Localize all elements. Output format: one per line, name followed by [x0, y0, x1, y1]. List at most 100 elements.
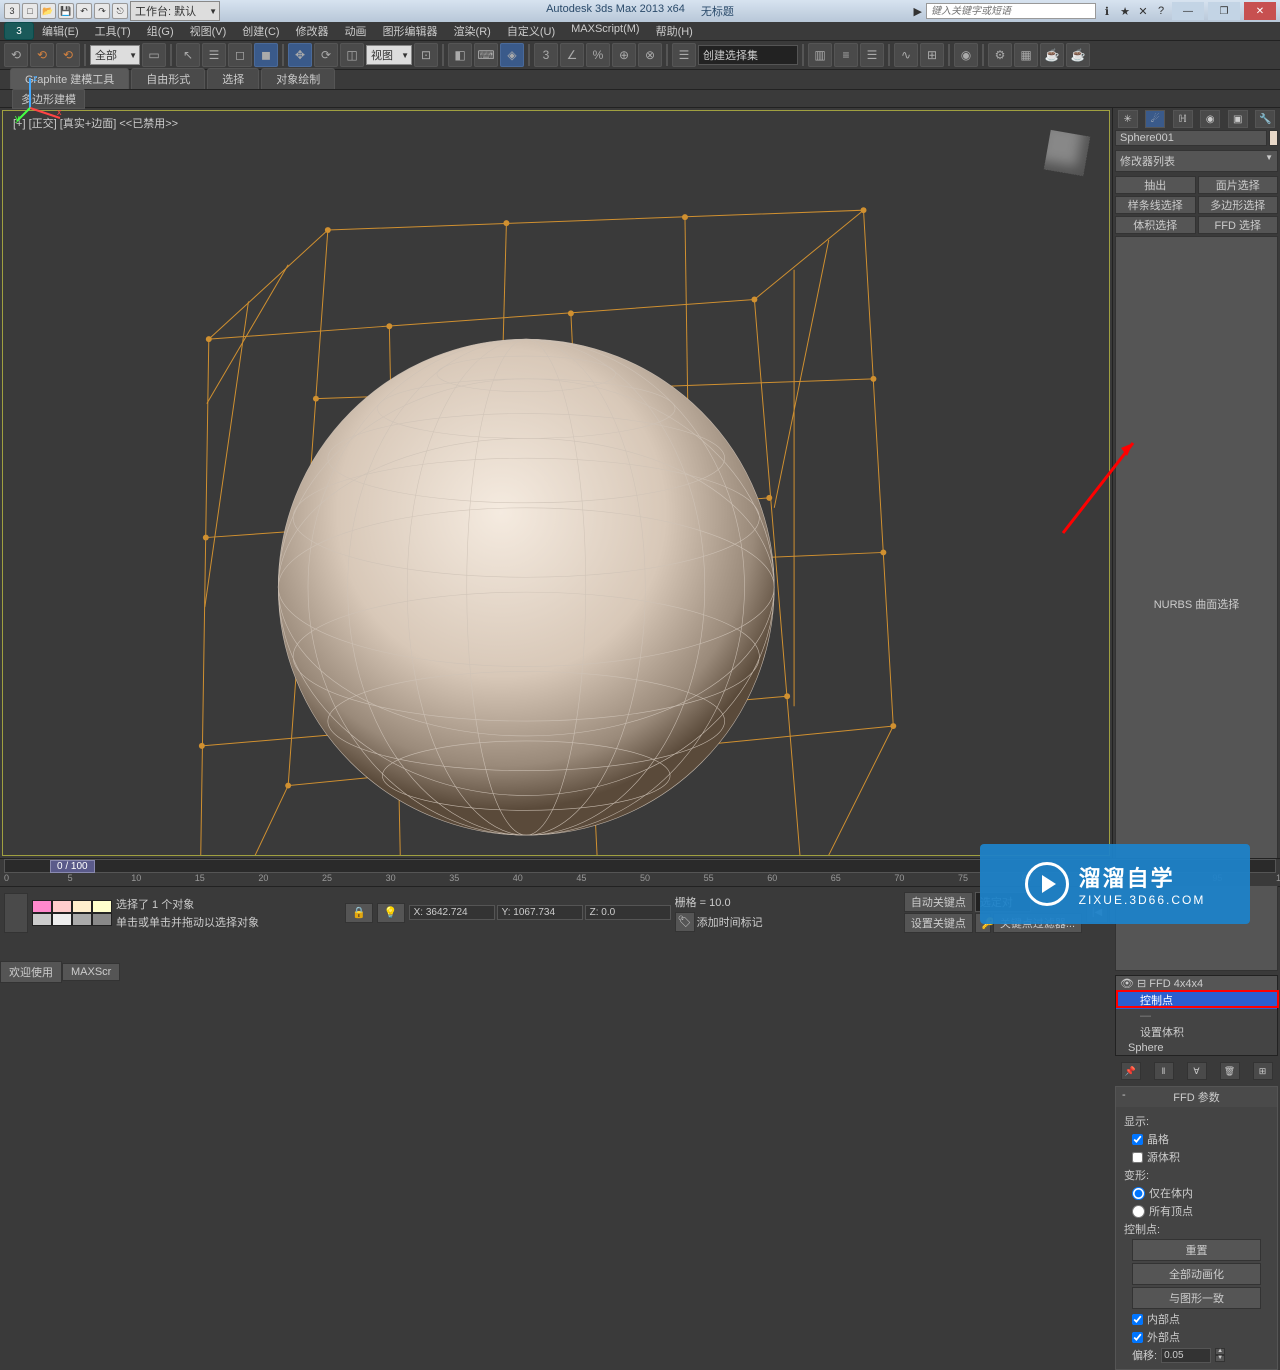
coord-y[interactable]: Y: 1067.734: [497, 905, 583, 920]
lock-icon[interactable]: 🔒: [345, 903, 373, 923]
display-tab-icon[interactable]: ▣: [1228, 110, 1248, 128]
spinner-snap2-icon[interactable]: ⊗: [638, 43, 662, 67]
welcome-tab[interactable]: 欢迎使用: [0, 961, 62, 983]
align-icon[interactable]: ≡: [834, 43, 858, 67]
keyboard-icon[interactable]: ⌨: [474, 43, 498, 67]
rollout-header[interactable]: FFD 参数: [1116, 1087, 1277, 1107]
layers-icon[interactable]: ☰: [860, 43, 884, 67]
menu-图形编辑器[interactable]: 图形编辑器: [375, 23, 446, 39]
render-setup-icon[interactable]: ⚙: [988, 43, 1012, 67]
maxscript-tab[interactable]: MAXScr: [62, 963, 120, 981]
render-icon[interactable]: ☕: [1040, 43, 1064, 67]
menu-视图v[interactable]: 视图(V): [182, 23, 235, 39]
isolate-icon[interactable]: 💡: [377, 903, 405, 923]
maximize-button[interactable]: ❐: [1208, 2, 1240, 20]
object-name-input[interactable]: [1115, 130, 1267, 146]
color-swatches[interactable]: [32, 900, 112, 926]
infocenter-icon[interactable]: ℹ: [1100, 4, 1114, 18]
menu-工具t[interactable]: 工具(T): [87, 23, 139, 39]
selection-set-input[interactable]: [698, 45, 798, 65]
exchange-icon[interactable]: ✕: [1136, 4, 1150, 18]
save-icon[interactable]: 💾: [58, 3, 74, 19]
viewport[interactable]: [+] [正交] [真实+边面] <<已禁用>>: [2, 110, 1110, 856]
menu-修改器[interactable]: 修改器: [288, 23, 337, 39]
stack-control-points[interactable]: 控制点: [1116, 991, 1277, 1009]
all-verts-radio[interactable]: 所有顶点: [1132, 1203, 1269, 1219]
frame-indicator[interactable]: 0 / 100: [50, 860, 95, 873]
star-icon[interactable]: ★: [1118, 4, 1132, 18]
inner-points-checkbox[interactable]: 内部点: [1132, 1311, 1269, 1327]
modset-button[interactable]: 多边形选择: [1198, 196, 1279, 214]
coord-x[interactable]: X: 3642.724: [409, 905, 495, 920]
link-icon[interactable]: ⎋: [112, 3, 128, 19]
undo-icon[interactable]: ↶: [76, 3, 92, 19]
auto-key-button[interactable]: 自动关键点: [904, 892, 973, 912]
menu-动画[interactable]: 动画: [337, 23, 375, 39]
redo-icon[interactable]: ↷: [94, 3, 110, 19]
motion-tab-icon[interactable]: ◉: [1200, 110, 1220, 128]
material-editor-icon[interactable]: ◉: [954, 43, 978, 67]
minimize-button[interactable]: —: [1172, 2, 1204, 20]
outer-points-checkbox[interactable]: 外部点: [1132, 1329, 1269, 1345]
scale-tool-icon[interactable]: ◫: [340, 43, 364, 67]
window-crossing-icon[interactable]: ◼: [254, 43, 278, 67]
create-tab-icon[interactable]: ✳: [1118, 110, 1138, 128]
menu-帮助h[interactable]: 帮助(H): [648, 23, 701, 39]
app-logo-icon[interactable]: 3: [4, 22, 34, 40]
rotate-tool-icon[interactable]: ⟳: [314, 43, 338, 67]
menu-创建c[interactable]: 创建(C): [234, 23, 287, 39]
manipulate-icon[interactable]: ◧: [448, 43, 472, 67]
menu-组g[interactable]: 组(G): [139, 23, 182, 39]
unlink-tool-icon[interactable]: ⟲: [30, 43, 54, 67]
curve-editor-icon[interactable]: ∿: [894, 43, 918, 67]
spinner-snap-icon[interactable]: ⊕: [612, 43, 636, 67]
coord-z[interactable]: Z: 0.0: [585, 905, 671, 920]
mirror-icon[interactable]: ▥: [808, 43, 832, 67]
utilities-tab-icon[interactable]: 🔧: [1255, 110, 1275, 128]
time-tag-icon[interactable]: 🏷: [675, 912, 695, 932]
keymode-icon[interactable]: [4, 893, 28, 933]
snap-3-icon[interactable]: 3: [534, 43, 558, 67]
help-icon[interactable]: ?: [1154, 4, 1168, 18]
stack-lattice-hidden[interactable]: —: [1116, 1009, 1277, 1023]
workspace-dropdown[interactable]: 工作台: 默认: [130, 1, 220, 21]
modset-button[interactable]: 体积选择: [1115, 216, 1196, 234]
close-button[interactable]: ✕: [1244, 2, 1276, 20]
source-volume-checkbox[interactable]: 源体积: [1132, 1149, 1269, 1165]
pivot-icon[interactable]: ⊡: [414, 43, 438, 67]
remove-mod-icon[interactable]: 🗑: [1220, 1062, 1240, 1080]
modifier-list-dropdown[interactable]: 修改器列表: [1115, 150, 1278, 172]
menu-编辑e[interactable]: 编辑(E): [34, 23, 87, 39]
show-end-icon[interactable]: ‖: [1154, 1062, 1174, 1080]
menu-maxscriptm[interactable]: MAXScript(M): [563, 23, 647, 39]
stack-set-volume[interactable]: 设置体积: [1116, 1023, 1277, 1041]
percent-snap-icon[interactable]: %: [586, 43, 610, 67]
modset-button[interactable]: FFD 选择: [1198, 216, 1279, 234]
select-by-name-icon[interactable]: ☰: [202, 43, 226, 67]
object-color-swatch[interactable]: [1269, 130, 1278, 146]
bind-tool-icon[interactable]: ⟲: [56, 43, 80, 67]
in-volume-radio[interactable]: 仅在体内: [1132, 1185, 1269, 1201]
selection-filter-dropdown[interactable]: 全部: [90, 45, 140, 65]
link-tool-icon[interactable]: ⟲: [4, 43, 28, 67]
help-search-input[interactable]: [926, 3, 1096, 19]
unique-icon[interactable]: ∀: [1187, 1062, 1207, 1080]
schematic-icon[interactable]: ⊞: [920, 43, 944, 67]
menu-渲染r[interactable]: 渲染(R): [446, 23, 499, 39]
lattice-checkbox[interactable]: 晶格: [1132, 1131, 1269, 1147]
hierarchy-tab-icon[interactable]: ℍ: [1173, 110, 1193, 128]
add-time-tag[interactable]: 添加时间标记: [697, 914, 763, 930]
move-tool-icon[interactable]: ✥: [288, 43, 312, 67]
render-prod-icon[interactable]: ☕: [1066, 43, 1090, 67]
modify-tab-icon[interactable]: ☄: [1145, 110, 1165, 128]
select-icon[interactable]: ▭: [142, 43, 166, 67]
pin-stack-icon[interactable]: 📌: [1121, 1062, 1141, 1080]
modset-button[interactable]: 样条线选择: [1115, 196, 1196, 214]
app-menu-icon[interactable]: 3: [4, 3, 20, 19]
offset-spinner[interactable]: 偏移: ▲▼: [1132, 1347, 1269, 1363]
select-object-icon[interactable]: ↖: [176, 43, 200, 67]
stack-sphere[interactable]: Sphere: [1116, 1041, 1277, 1055]
modset-button[interactable]: 抽出: [1115, 176, 1196, 194]
modifier-stack[interactable]: 👁 ⊟ FFD 4x4x4 控制点 — 设置体积 Sphere: [1115, 975, 1278, 1056]
render-frame-icon[interactable]: ▦: [1014, 43, 1038, 67]
